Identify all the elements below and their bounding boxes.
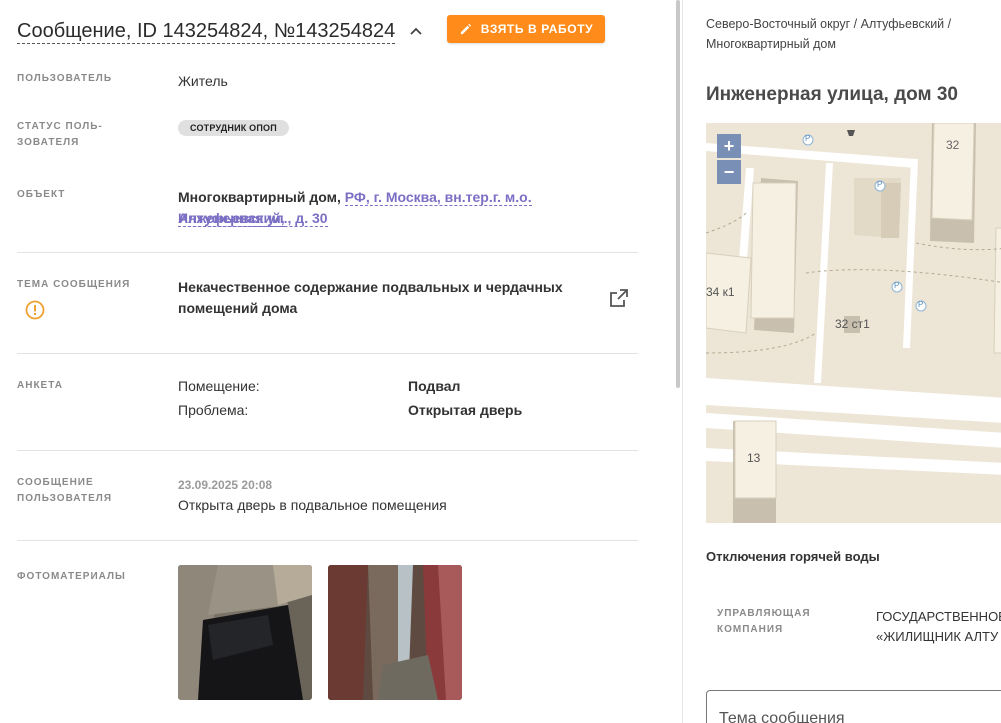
message-details-panel: Сообщение, ID 143254824, №143254824 ВЗЯТ… [0, 0, 682, 723]
breadcrumb: Северо-Восточный округ / Алтуфьевский / … [706, 14, 996, 54]
user-label: ПОЛЬЗОВАТЕЛЬ [17, 73, 113, 84]
message-title[interactable]: Сообщение, ID 143254824, №143254824 [17, 20, 396, 44]
zoom-out-button[interactable]: − [717, 160, 741, 184]
management-value-line2: «ЖИЛИЩНИК АЛТУ [876, 629, 999, 644]
photos-label: ФОТОМАТЕРИАЛЫ [17, 571, 126, 582]
user-message-text: Открыта дверь в подвальное помещения [178, 497, 447, 513]
user-message-label-line2: ПОЛЬЗОВАТЕЛЯ [17, 493, 113, 504]
divider [17, 252, 638, 253]
scrollbar[interactable] [676, 0, 680, 388]
external-link-icon[interactable] [609, 288, 629, 308]
parking-marker: P [918, 300, 924, 309]
take-to-work-label: ВЗЯТЬ В РАБОТУ [480, 22, 594, 36]
parking-marker: P [805, 134, 811, 143]
hot-water-outages-title: Отключения горячей воды [706, 549, 880, 564]
management-company-value: ГОСУДАРСТВЕННОЕ «ЖИЛИЩНИК АЛТУ [876, 607, 1001, 647]
management-value-line1: ГОСУДАРСТВЕННОЕ [876, 609, 1001, 624]
photo-thumbnail[interactable] [178, 565, 312, 700]
map-label-b32s1: 32 ст1 [835, 317, 870, 331]
object-type: Многоквартирный дом, [178, 189, 341, 205]
map-label-b13: 13 [747, 451, 761, 465]
map[interactable]: 32 34 к1 32 ст1 13 P P P P + − [706, 123, 1001, 523]
parking-marker: P [877, 180, 883, 189]
breadcrumb-line2[interactable]: Многоквартирный дом [706, 34, 996, 54]
survey-row-key: Помещение: [178, 378, 260, 394]
object-address-link-line2[interactable]: Инженерная ул., д. 30 [178, 210, 328, 227]
divider [17, 353, 638, 354]
topic-label: ТЕМА СООБЩЕНИЯ [17, 279, 131, 290]
survey-row-value: Подвал [408, 378, 461, 394]
pencil-icon [460, 23, 471, 34]
management-label-line2: КОМПАНИЯ [717, 624, 784, 635]
take-to-work-button[interactable]: ВЗЯТЬ В РАБОТУ [447, 15, 605, 43]
divider [17, 450, 638, 451]
warning-icon [25, 300, 45, 320]
user-message-date: 23.09.2025 20:08 [178, 478, 273, 492]
breadcrumb-line1[interactable]: Северо-Восточный округ / Алтуфьевский / [706, 14, 996, 34]
zoom-in-button[interactable]: + [717, 134, 741, 158]
map-label-b34: 34 к1 [706, 285, 735, 299]
status-label-line2: ЗОВАТЕЛЯ [17, 137, 80, 148]
object-address-line2-wrap: Инженерная ул., д. 30 [178, 208, 328, 229]
survey-row-value: Открытая дверь [408, 402, 523, 418]
topic-value-line1: Некачественное содержание подвальных и ч… [178, 279, 563, 295]
user-message-label-line1: СООБЩЕНИЕ [17, 477, 94, 488]
divider [17, 540, 638, 541]
map-label-b32: 32 [946, 138, 960, 152]
management-company-label: УПРАВЛЯЮЩАЯ КОМПАНИЯ [717, 606, 811, 638]
chevron-up-icon[interactable] [409, 24, 423, 38]
message-topic-label: Тема сообщения [719, 710, 845, 723]
status-label-line1: СТАТУС ПОЛЬ- [17, 121, 103, 132]
status-badge: СОТРУДНИК ОПОП [178, 120, 289, 136]
survey-label: АНКЕТА [17, 380, 63, 391]
message-topic-field[interactable]: Тема сообщения [706, 690, 1001, 723]
address-title: Инженерная улица, дом 30 [706, 84, 958, 105]
parking-marker: P [894, 281, 900, 290]
survey-row-key: Проблема: [178, 402, 249, 418]
location-panel: Северо-Восточный округ / Алтуфьевский / … [683, 0, 1001, 723]
user-value: Житель [178, 73, 228, 89]
photo-thumbnail[interactable] [328, 565, 462, 700]
object-label: ОБЪЕКТ [17, 189, 66, 200]
management-label-line1: УПРАВЛЯЮЩАЯ [717, 608, 811, 619]
topic-value-line2: помещений дома [178, 300, 298, 316]
